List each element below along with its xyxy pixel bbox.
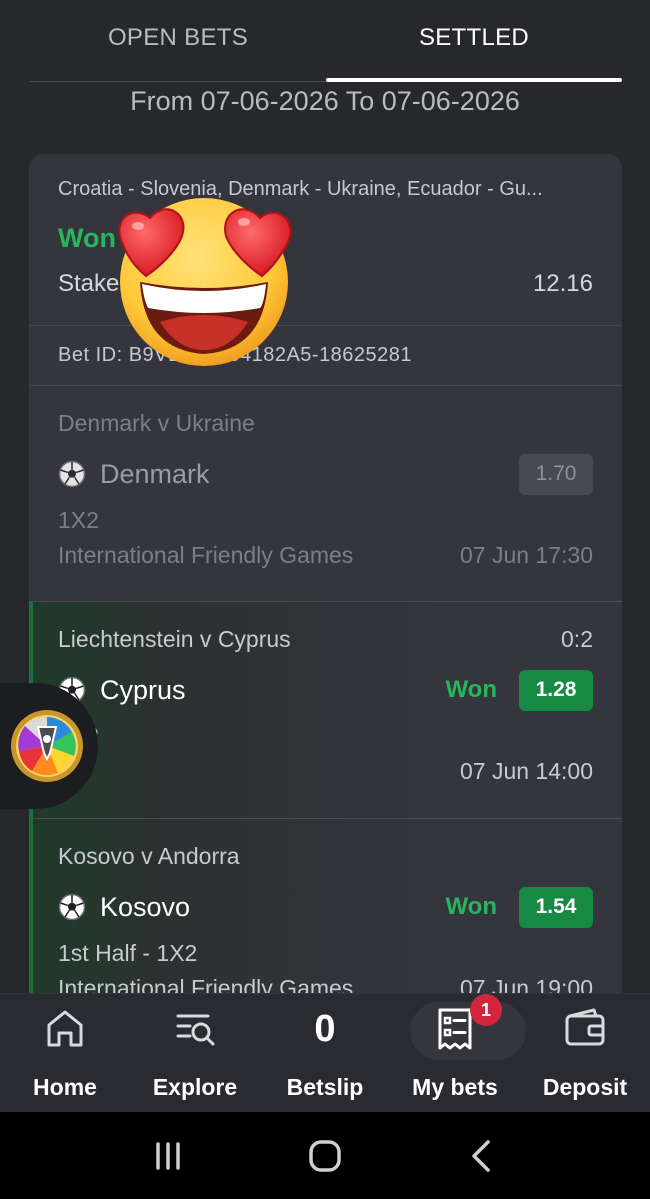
selection-competition: International Friendly Games: [58, 542, 354, 568]
tab-settled[interactable]: SETTLED: [326, 0, 622, 82]
football-icon: [58, 893, 86, 921]
nav-deposit-label: Deposit: [542, 1074, 628, 1100]
date-range[interactable]: From 07-06-2026 To 07-06-2026: [0, 86, 650, 117]
odds-badge: 1.28: [519, 669, 593, 711]
recents-icon[interactable]: [148, 1136, 188, 1176]
selection-row: Denmark v Ukraine Denmark 1.70 1X2 Inter…: [29, 386, 622, 602]
odds-badge: 1.70: [519, 453, 593, 495]
selection-match: Denmark v Ukraine: [58, 410, 255, 436]
back-icon[interactable]: [462, 1136, 502, 1176]
selection-score: 0:2: [561, 626, 593, 652]
selection-market: 1st Half - 1X2: [58, 940, 198, 966]
system-nav-bar: [0, 1112, 650, 1199]
selection-time: 07 Jun 17:30: [459, 542, 593, 568]
nav-my-bets-label: My bets: [412, 1074, 498, 1100]
selection-result: Won: [445, 676, 497, 703]
stake-label: Stake: [58, 270, 120, 297]
selection-pick: Denmark: [100, 458, 210, 489]
heart-eyes-emoji: [118, 198, 292, 366]
stake-value: 12.16: [532, 270, 593, 297]
bet-tabs: OPEN BETS SETTLED: [30, 0, 622, 82]
betslip-count: 0: [314, 1008, 336, 1050]
my-bets-badge: 1: [470, 994, 502, 1026]
tab-open-bets[interactable]: OPEN BETS: [30, 0, 326, 81]
selection-match: Kosovo v Andorra: [58, 843, 240, 869]
selection-time: 07 Jun 14:00: [459, 758, 593, 784]
nav-explore[interactable]: Explore: [130, 994, 260, 1112]
selection-row: Liechtenstein v Cyprus 0:2 Cyprus Won 1.…: [29, 602, 622, 819]
nav-deposit[interactable]: Deposit: [520, 994, 650, 1112]
wallet-icon: [565, 1008, 605, 1046]
selection-market: 1X2: [58, 507, 99, 533]
nav-explore-label: Explore: [152, 1074, 238, 1100]
selection-market: 1X2: [58, 723, 593, 750]
selection-result: Won: [445, 893, 497, 920]
nav-home-label: Home: [33, 1074, 97, 1100]
home-circle-icon[interactable]: [305, 1136, 345, 1176]
nav-betslip-label: Betslip: [286, 1074, 364, 1100]
explore-icon: [176, 1014, 215, 1046]
nav-betslip[interactable]: 0 Betslip: [260, 994, 390, 1112]
odds-badge: 1.54: [519, 886, 593, 928]
football-icon: [58, 460, 86, 488]
selection-pick: Cyprus: [100, 674, 186, 705]
wheel-game-icon: [11, 710, 83, 782]
selection-pick: Kosovo: [100, 891, 191, 922]
nav-home[interactable]: Home: [0, 994, 130, 1112]
home-icon: [47, 1010, 83, 1047]
bottom-nav: Home Explore 0 Betslip 1 My bets Deposit: [0, 993, 650, 1112]
nav-my-bets[interactable]: 1 My bets: [390, 994, 526, 1112]
selection-match: Liechtenstein v Cyprus: [58, 626, 291, 652]
